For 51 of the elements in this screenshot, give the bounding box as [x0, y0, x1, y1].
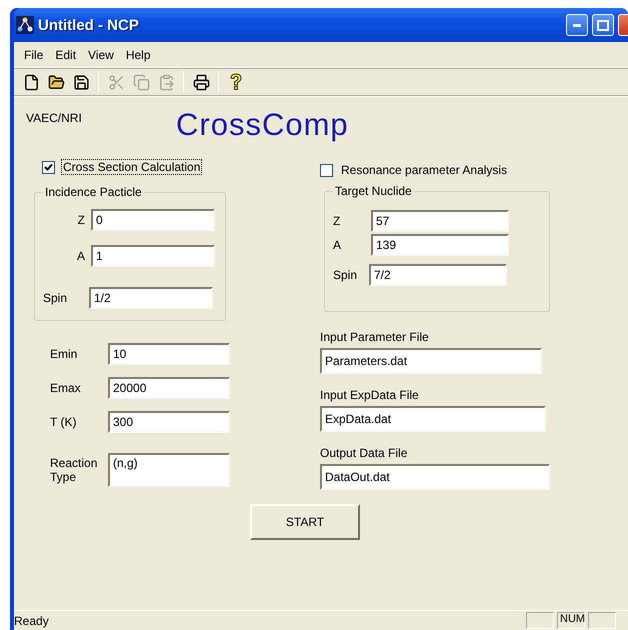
maximize-button[interactable]	[592, 14, 614, 36]
field-label: Output Data File	[320, 446, 408, 460]
organization-label: VAEC/NRI	[26, 111, 83, 125]
group-title: Target Nuclide	[334, 184, 413, 198]
input-field[interactable]: 20000	[108, 377, 230, 399]
status-text: Ready	[14, 614, 50, 628]
num-lock-indicator: NUM	[557, 612, 585, 629]
input-field[interactable]: 300	[108, 411, 230, 433]
app-icon	[16, 16, 34, 34]
field-label: Emin	[49, 347, 78, 361]
menu-item[interactable]: View	[82, 48, 120, 62]
status-pane	[526, 612, 554, 629]
window-title: Untitled - NCP	[38, 16, 140, 34]
start-button[interactable]: START	[250, 504, 360, 540]
field-label: Z	[333, 214, 342, 228]
checkbox[interactable]	[42, 160, 55, 174]
maximize-icon	[597, 20, 609, 30]
field-label: T (K)	[49, 415, 78, 429]
input-field[interactable]: 1	[91, 245, 215, 267]
minimize-button[interactable]	[566, 14, 588, 36]
field-label: Input Parameter File	[320, 330, 430, 344]
field-label: Emax	[49, 381, 82, 395]
menu-item[interactable]: Edit	[49, 48, 82, 62]
input-field[interactable]: 7/2	[369, 264, 507, 286]
menu-item[interactable]: Help	[120, 48, 157, 62]
close-button[interactable]	[618, 14, 628, 36]
app-heading: CrossComp	[176, 107, 349, 143]
help-icon[interactable]	[230, 73, 242, 91]
checkbox[interactable]	[320, 164, 333, 176]
minimize-icon	[573, 24, 581, 26]
field-label: Z	[76, 213, 86, 227]
input-field[interactable]: Parameters.dat	[320, 348, 542, 374]
field-label: Spin	[333, 268, 358, 282]
input-field[interactable]: DataOut.dat	[320, 464, 550, 490]
input-field[interactable]: 10	[108, 343, 230, 365]
field-label: Reaction Type	[49, 456, 98, 484]
field-label: A	[76, 249, 86, 263]
input-field[interactable]: 0	[91, 209, 215, 231]
input-field[interactable]: (n,g)	[108, 453, 230, 487]
field-label: A	[333, 238, 342, 252]
menu-item[interactable]: File	[18, 48, 50, 62]
field-label: Spin	[43, 291, 68, 305]
group-title: Incidence Pacticle	[44, 185, 143, 199]
checkbox-label[interactable]: Cross Section Calculation	[61, 159, 202, 175]
input-field[interactable]: 139	[371, 234, 509, 256]
input-field[interactable]: 1/2	[89, 287, 213, 309]
input-field[interactable]: 57	[371, 210, 509, 232]
checkbox-label[interactable]: Resonance parameter Analysis	[339, 162, 510, 178]
input-field[interactable]: ExpData.dat	[320, 406, 546, 432]
field-label: Input ExpData File	[320, 388, 420, 402]
status-pane	[588, 612, 616, 629]
